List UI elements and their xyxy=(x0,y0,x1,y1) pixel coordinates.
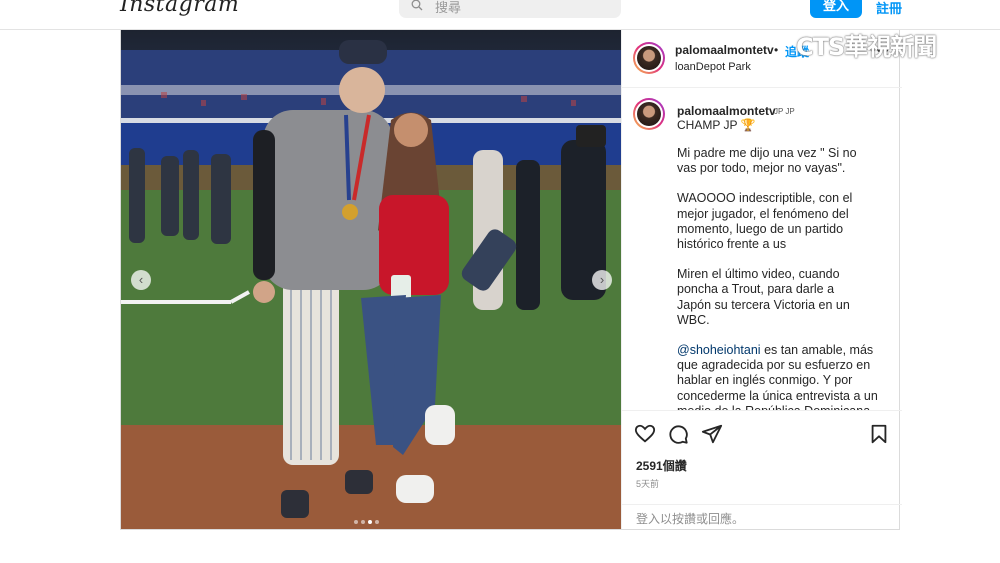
carousel-dot-active xyxy=(368,520,372,524)
signup-link[interactable]: 註冊 xyxy=(876,0,902,17)
top-navigation: Instagram 搜尋 登入 註冊 xyxy=(0,0,1000,30)
search-input[interactable]: 搜尋 xyxy=(399,0,621,18)
post-sidebar: palomaalmontetv • 追蹤 loanDepot Park ••• … xyxy=(621,30,902,529)
carousel-dot xyxy=(354,520,358,524)
login-button[interactable]: 登入 xyxy=(810,0,862,18)
post-photo[interactable]: ‹ › xyxy=(121,30,621,529)
comment-login-text[interactable]: 登入以按讚或回應。 xyxy=(636,510,744,527)
separator-dot: • xyxy=(774,43,779,57)
search-icon xyxy=(411,0,423,11)
search-placeholder: 搜尋 xyxy=(435,0,462,15)
avatar[interactable] xyxy=(633,42,665,74)
likes-count[interactable]: 2591個讚 xyxy=(636,457,687,474)
caption-paragraph: WAOOOO indescriptible, con el mejor juga… xyxy=(677,191,853,252)
chevron-right-icon: › xyxy=(599,272,605,287)
mention-link[interactable]: @shoheiohtani xyxy=(677,343,761,357)
caption-avatar[interactable] xyxy=(633,98,665,130)
post-timestamp[interactable]: 5天前 xyxy=(636,477,659,490)
instagram-logo[interactable]: Instagram xyxy=(120,0,239,17)
post-actions xyxy=(622,410,902,458)
heart-icon[interactable] xyxy=(634,423,656,445)
carousel-indicator xyxy=(354,511,382,524)
caption-champ-line: CHAMP JP 🏆 xyxy=(677,118,756,132)
caption-paragraph-mention: @shoheiohtani es tan amable, más que agr… xyxy=(677,343,882,410)
carousel-prev-button[interactable]: ‹ xyxy=(131,270,151,290)
post-photo-image xyxy=(121,30,621,529)
post-username[interactable]: palomaalmontetv xyxy=(675,43,774,57)
carousel-dot xyxy=(361,520,365,524)
broadcast-watermark: CTS華視新聞 xyxy=(796,33,937,61)
caption-flags: JP JP xyxy=(774,107,795,116)
chevron-left-icon: ‹ xyxy=(138,272,144,287)
post-card: ‹ › palomaalmontetv • 追蹤 loanDepot Park … xyxy=(120,30,902,530)
comment-login-prompt: 登入以按讚或回應。 xyxy=(622,504,902,529)
comment-icon[interactable] xyxy=(667,423,689,445)
caption-paragraph: Miren el último video, cuando poncha a T… xyxy=(677,267,850,327)
share-icon[interactable] xyxy=(701,423,723,445)
carousel-dot xyxy=(375,520,379,524)
caption-paragraph: Mi padre me dijo una vez " Si no vas por… xyxy=(677,146,857,176)
carousel-next-button[interactable]: › xyxy=(592,270,612,290)
caption-username[interactable]: palomaalmontetv xyxy=(677,104,776,118)
post-location[interactable]: loanDepot Park xyxy=(675,61,751,73)
caption-text: Mi padre me dijo una vez " Si no vas por… xyxy=(677,146,882,410)
bookmark-icon[interactable] xyxy=(868,423,890,445)
